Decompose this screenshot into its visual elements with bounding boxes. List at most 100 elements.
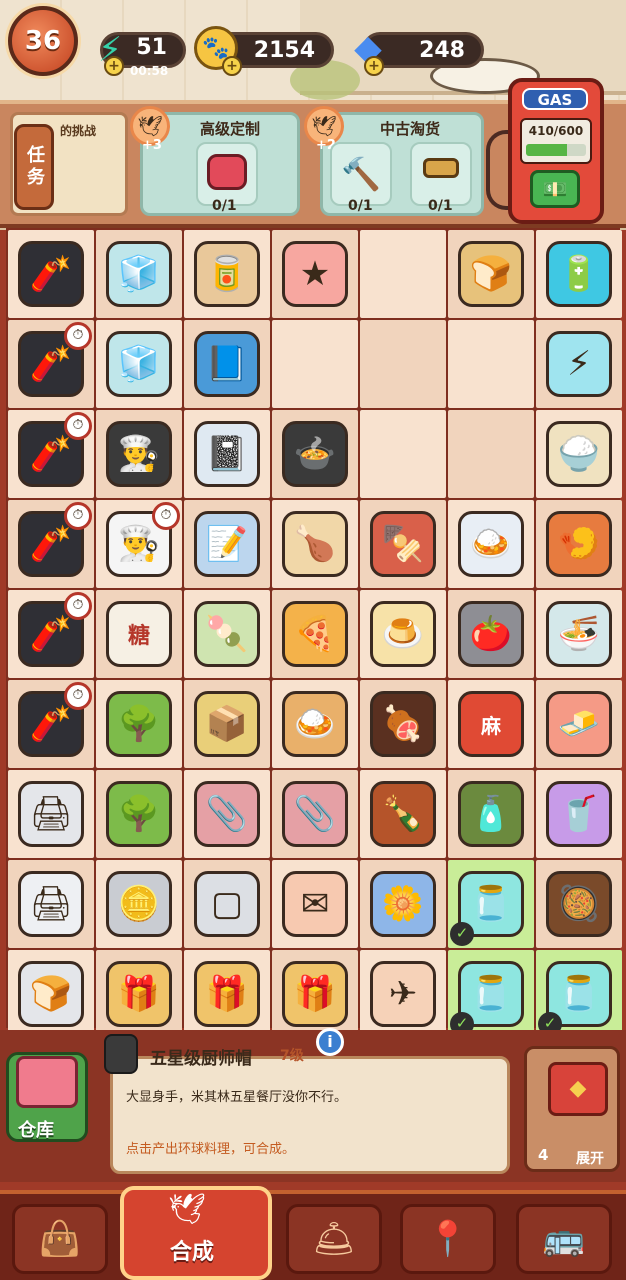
toaster-icon[interactable]: 🍞	[18, 961, 84, 1027]
board-cell[interactable]: 📘	[184, 320, 270, 408]
printer-old-icon[interactable]: 🖨	[18, 781, 84, 847]
grill-board-icon[interactable]: 🍖	[370, 691, 436, 757]
info-button[interactable]: i	[316, 1028, 344, 1056]
board-cell[interactable]: 🧈	[536, 680, 622, 768]
board-cell[interactable]: 🍅	[448, 590, 534, 678]
board-cell[interactable]: 🎁	[96, 950, 182, 1038]
order-slot-hot-water-bag[interactable]	[196, 142, 258, 206]
board-cell[interactable]: 麻	[448, 680, 534, 768]
notepad-icon[interactable]: 📝	[194, 511, 260, 577]
board-cell[interactable]: 🫙 ✓	[448, 950, 534, 1038]
soup-pot-icon[interactable]: 🍲	[282, 421, 348, 487]
nav-map-button[interactable]: 📍	[400, 1204, 496, 1274]
board-cell[interactable]: ⚡	[536, 320, 622, 408]
noodle-bowl-icon[interactable]: 🍜	[546, 601, 612, 667]
board-cell[interactable]: ★	[272, 230, 358, 318]
board-cell[interactable]: ✈	[360, 950, 446, 1038]
board-cell[interactable]: 📓	[184, 410, 270, 498]
board-cell[interactable]: 🧨 ⏱	[8, 410, 94, 498]
board-cell[interactable]: 🧨	[8, 230, 94, 318]
sauce-bottle-icon[interactable]: 🍾	[370, 781, 436, 847]
board-cell[interactable]: 🌳	[96, 680, 182, 768]
nav-shop-button[interactable]: 👜	[12, 1204, 108, 1274]
board-cell[interactable]	[360, 410, 446, 498]
board-cell[interactable]: 👨‍🍳	[96, 410, 182, 498]
board-cell[interactable]	[272, 320, 358, 408]
board-cell[interactable]: 🍞	[8, 950, 94, 1038]
board-cell[interactable]: 🍚	[536, 410, 622, 498]
metal-plates-icon[interactable]: ▢	[194, 871, 260, 937]
board-cell[interactable]: 🥤	[536, 770, 622, 858]
board-cell[interactable]: 🎁	[272, 950, 358, 1038]
clip-icon[interactable]: 📎	[194, 781, 260, 847]
board-cell[interactable]: 🫙 ✓	[536, 950, 622, 1038]
board-cell[interactable]: 🍞	[448, 230, 534, 318]
ketchup-bottle-icon[interactable]: 🧴	[458, 781, 524, 847]
skewer-basket-icon[interactable]: 🍡	[194, 601, 260, 667]
board-cell[interactable]: 🧴	[448, 770, 534, 858]
board-cell[interactable]: 🫙 ✓	[448, 860, 534, 948]
nav-restaurant-button[interactable]: 🛎	[286, 1204, 382, 1274]
sugar-jar-icon[interactable]: 糖	[106, 601, 172, 667]
silver-bars-icon[interactable]: 🪙	[106, 871, 172, 937]
energy-plus-icon[interactable]: +	[104, 56, 124, 76]
board-cell[interactable]: 🧊	[96, 320, 182, 408]
order-slot-mallet[interactable]	[410, 142, 472, 206]
board-cell[interactable]	[448, 320, 534, 408]
board-cell[interactable]: ▢	[184, 860, 270, 948]
shrimp-bowl-icon[interactable]: 🍤	[546, 511, 612, 577]
tofu-icon[interactable]: 🧈	[546, 691, 612, 757]
board-cell[interactable]: 🍜	[536, 590, 622, 678]
board-cell[interactable]: 🍡	[184, 590, 270, 678]
gift-box-icon[interactable]: 🎁	[194, 961, 260, 1027]
board-cell[interactable]: 🍛	[272, 680, 358, 768]
firecracker-icon[interactable]: 🧨	[18, 241, 84, 307]
board-cell[interactable]: 🪙	[96, 860, 182, 948]
coin-plus-icon[interactable]: +	[222, 56, 242, 76]
roast-chicken-icon[interactable]: 🍗	[282, 511, 348, 577]
chicken-rice-icon[interactable]: 🍛	[458, 511, 524, 577]
skewers-icon[interactable]: 🍢	[370, 511, 436, 577]
sticker-pack-icon[interactable]: 🎁	[106, 961, 172, 1027]
flower-card-icon[interactable]: 🌼	[370, 871, 436, 937]
battery-disc-icon[interactable]: ⚡	[546, 331, 612, 397]
board-cell[interactable]: 🍮	[360, 590, 446, 678]
order-slot-hammer[interactable]: 🔨	[330, 142, 392, 206]
pizza-icon[interactable]: 🍕	[282, 601, 348, 667]
curry-plate-icon[interactable]: 🍛	[282, 691, 348, 757]
board-cell[interactable]: 🧨 ⏱	[8, 320, 94, 408]
board-cell[interactable]: 🍾	[360, 770, 446, 858]
pot-tomato-icon[interactable]: 🍅	[458, 601, 524, 667]
board-cell[interactable]: 📎	[272, 770, 358, 858]
gem-plus-icon[interactable]: +	[364, 56, 384, 76]
board-cell[interactable]: 🍖	[360, 680, 446, 768]
board-cell[interactable]: 🔋	[536, 230, 622, 318]
board-cell[interactable]: 糖	[96, 590, 182, 678]
chef-hat-black-icon[interactable]: 👨‍🍳	[106, 421, 172, 487]
board-cell[interactable]: 📦	[184, 680, 270, 768]
board-cell[interactable]: 🍤	[536, 500, 622, 588]
fridge-icon[interactable]: 🧊	[106, 241, 172, 307]
board-cell[interactable]: 🥘	[536, 860, 622, 948]
board-cell[interactable]: 🧨 ⏱	[8, 500, 94, 588]
board-cell[interactable]: 👨‍🍳 ⏱	[96, 500, 182, 588]
toast-icon[interactable]: 🍞	[458, 241, 524, 307]
notebook-spiral-icon[interactable]: 📓	[194, 421, 260, 487]
gas-refill-button[interactable]: 💵	[530, 170, 580, 208]
board-cell[interactable]: 🎁	[184, 950, 270, 1038]
board-cell[interactable]: 🍢	[360, 500, 446, 588]
battery-icon[interactable]: 🔋	[546, 241, 612, 307]
fridge-open-icon[interactable]: 🧊	[106, 331, 172, 397]
board-cell[interactable]	[448, 410, 534, 498]
pudding-tray-icon[interactable]: 🍮	[370, 601, 436, 667]
board-cell[interactable]: 🍛	[448, 500, 534, 588]
board-cell[interactable]: 🧨 ⏱	[8, 680, 94, 768]
notebook-blue-icon[interactable]: 📘	[194, 331, 260, 397]
board-cell[interactable]	[360, 230, 446, 318]
board-cell[interactable]: 🧊	[96, 230, 182, 318]
printer-icon[interactable]: 🖨	[18, 871, 84, 937]
board-cell[interactable]: 🖨	[8, 860, 94, 948]
gift-box-icon[interactable]: 🎁	[282, 961, 348, 1027]
bonsai-icon[interactable]: 🌳	[106, 691, 172, 757]
stew-bowl-icon[interactable]: 🥘	[546, 871, 612, 937]
